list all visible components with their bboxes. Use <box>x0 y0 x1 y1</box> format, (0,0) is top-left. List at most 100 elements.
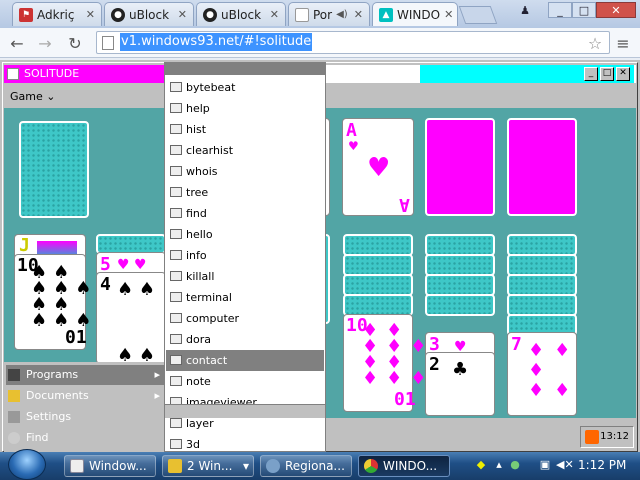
facedown-card <box>343 254 413 276</box>
rss-icon[interactable] <box>585 430 599 444</box>
flag-icon: ⚑ <box>19 7 33 22</box>
close-icon[interactable]: ✕ <box>444 8 453 21</box>
app-minimize-button[interactable]: _ <box>584 67 598 81</box>
terminal-icon <box>170 334 182 344</box>
minimize-button[interactable]: _ <box>548 2 572 18</box>
start-item-programs[interactable]: Programs ▸ <box>6 365 164 385</box>
network-icon[interactable]: ▣ <box>538 458 552 472</box>
program-item-killall[interactable]: killall <box>166 266 324 287</box>
terminal-icon <box>170 250 182 260</box>
star-icon[interactable]: ☆ <box>584 33 606 53</box>
app-maximize-button[interactable]: □ <box>600 67 614 81</box>
foundation-hearts[interactable]: A ♥ ♥ A <box>342 118 414 216</box>
tray-app-icon[interactable]: ● <box>508 458 522 472</box>
close-icon[interactable]: ✕ <box>354 8 363 21</box>
folder-icon <box>8 390 20 402</box>
program-item-note[interactable]: note <box>166 371 324 392</box>
card-rank: J <box>19 235 30 256</box>
start-item-find[interactable]: Find <box>6 428 164 448</box>
two-clubs-card[interactable]: 2 ♣ <box>425 352 495 416</box>
close-icon[interactable]: ✕ <box>86 8 95 21</box>
program-item-whois[interactable]: whois <box>166 161 324 182</box>
close-icon[interactable]: ✕ <box>178 8 187 21</box>
speaker-icon: ◀) <box>336 9 348 20</box>
seven-diamonds-card[interactable]: 7 ♦♦ ♦ ♦♦ <box>507 332 577 416</box>
stock-pile[interactable] <box>19 121 89 218</box>
volume-muted-icon[interactable]: ◀✕ <box>556 458 574 472</box>
tab-label: uBlock <box>221 7 262 22</box>
facedown-card <box>425 274 495 296</box>
tab-windows93[interactable]: ▲ WINDO ✕ <box>372 2 458 26</box>
facedown-card <box>343 294 413 316</box>
terminal-icon <box>170 439 182 449</box>
submenu-scroll-bar[interactable] <box>165 404 325 418</box>
start-item-settings[interactable]: Settings <box>6 407 164 427</box>
window-icon <box>70 459 84 473</box>
tray-shield-icon[interactable]: ◆ <box>474 458 488 472</box>
facedown-card <box>507 274 577 296</box>
show-hidden-icons[interactable]: ▴ <box>492 458 506 472</box>
program-item-hello[interactable]: hello <box>166 224 324 245</box>
card-rank: A <box>346 120 357 141</box>
search-icon <box>8 432 20 444</box>
github-icon: ● <box>203 7 217 22</box>
four-spades-card[interactable]: 4 ♠ ♠ ♠ ♠ <box>96 272 166 365</box>
spade-icon: ♠ ♠ <box>117 279 155 300</box>
app-close-button[interactable]: ✕ <box>616 67 630 81</box>
terminal-icon <box>170 418 182 428</box>
terminal-icon <box>170 166 182 176</box>
close-window-button[interactable]: ✕ <box>596 2 636 18</box>
page-icon <box>295 7 309 22</box>
terminal-icon <box>170 103 182 113</box>
tab-label: Adkriç <box>37 7 75 22</box>
close-icon[interactable]: ✕ <box>270 8 279 21</box>
program-item-contact[interactable]: contact <box>166 350 324 371</box>
facedown-card <box>96 234 166 254</box>
reload-icon[interactable]: ↻ <box>64 33 86 53</box>
program-item-hist[interactable]: hist <box>166 119 324 140</box>
terminal-icon <box>170 271 182 281</box>
program-item-help[interactable]: help <box>166 98 324 119</box>
w93-icon: ▲ <box>379 7 393 22</box>
ten-diamonds-card[interactable]: 10 ♦♦ ♦♦♦ ♦♦ ♦♦♦ 01 <box>343 314 426 412</box>
menu-icon[interactable]: ≡ <box>612 33 634 53</box>
back-arrow-icon[interactable]: ← <box>6 33 28 53</box>
user-icon[interactable]: ♟ <box>516 2 534 18</box>
page-icon <box>102 36 114 50</box>
foundation-slot[interactable] <box>425 118 495 216</box>
facedown-card <box>343 234 413 256</box>
program-item-find[interactable]: find <box>166 203 324 224</box>
program-item-tree[interactable]: tree <box>166 182 324 203</box>
w93-tray: 13:12 <box>580 426 634 448</box>
tab-ublock-1[interactable]: ● uBlock ✕ <box>104 2 194 26</box>
start-orb-icon[interactable] <box>8 449 46 480</box>
start-item-documents[interactable]: Documents ▸ <box>6 386 164 406</box>
facedown-card <box>507 234 577 256</box>
facedown-card <box>425 234 495 256</box>
tab-por[interactable]: Por ◀) ✕ <box>288 2 370 26</box>
tab-ublock-2[interactable]: ● uBlock ✕ <box>196 2 286 26</box>
program-item-terminal[interactable]: terminal <box>166 287 324 308</box>
facedown-card <box>343 274 413 296</box>
heart-icon: ♥ <box>367 153 391 183</box>
submenu-header <box>165 63 325 75</box>
program-item-dora[interactable]: dora <box>166 329 324 350</box>
program-item-bytebeat[interactable]: bytebeat <box>166 77 324 98</box>
folder-icon <box>168 459 182 473</box>
ten-spades-card[interactable]: 10 ♠♠ ♠♠♠ ♠♠ ♠♠♠ 01 <box>14 254 91 350</box>
facedown-card <box>507 294 577 316</box>
card-rank: 2 <box>429 354 440 375</box>
new-tab-button[interactable] <box>458 6 498 24</box>
terminal-icon <box>170 187 182 197</box>
tab-adkric[interactable]: ⚑ Adkriç ✕ <box>12 2 102 26</box>
program-item-clearhist[interactable]: clearhist <box>166 140 324 161</box>
foundation-slot[interactable] <box>507 118 577 216</box>
card-rank: 01 <box>65 327 87 348</box>
forward-arrow-icon[interactable]: → <box>34 33 56 53</box>
maximize-button[interactable]: □ <box>572 2 596 18</box>
program-item-computer[interactable]: computer <box>166 308 324 329</box>
program-item-info[interactable]: info <box>166 245 324 266</box>
url-text[interactable]: v1.windows93.net/#!solitude <box>120 33 313 51</box>
regional-icon <box>266 459 280 473</box>
menu-game[interactable]: Game ⌄ <box>10 90 55 103</box>
